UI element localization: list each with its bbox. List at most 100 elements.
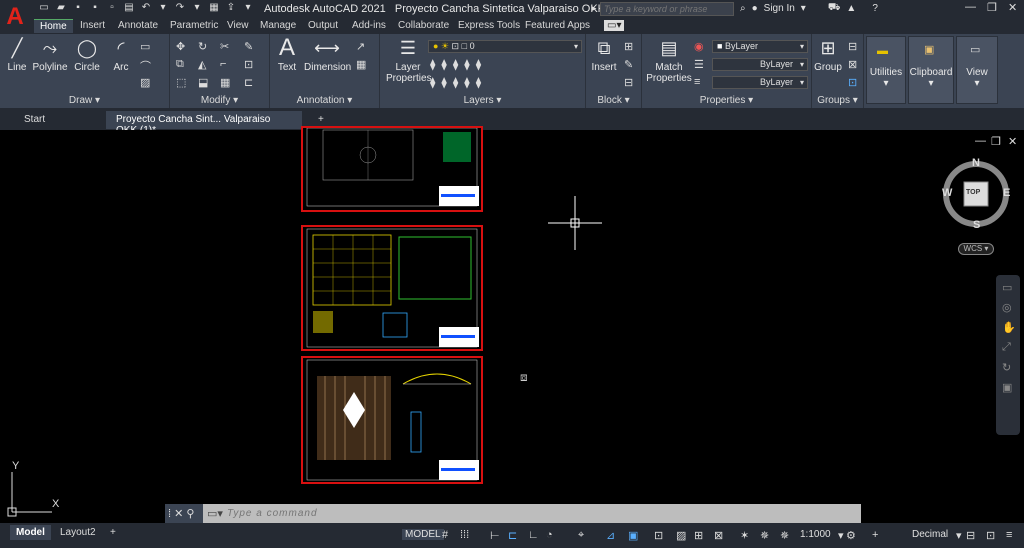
tab-manage[interactable]: Manage <box>260 20 296 31</box>
search-icon[interactable]: ⌕ <box>740 3 746 14</box>
redo-icon[interactable]: ↷ <box>174 2 186 14</box>
layout-tab-layout2[interactable]: Layout2 <box>54 525 102 540</box>
utilities-button[interactable]: ▬ Utilities ▾ <box>866 36 906 104</box>
plot-icon[interactable]: ▦ <box>208 2 220 14</box>
copy-icon[interactable]: ⧉ <box>176 58 184 71</box>
viewport-minimize-icon[interactable]: — <box>975 135 986 147</box>
rotate-icon[interactable]: ↻ <box>198 40 207 53</box>
minimize-icon[interactable]: — <box>965 1 976 13</box>
modify-panel-label[interactable]: Modify ▾ <box>170 95 269 106</box>
tab-insert[interactable]: Insert <box>80 20 105 31</box>
undo-dropdown-icon[interactable]: ▾ <box>157 2 169 14</box>
offset-icon[interactable]: ⊏ <box>244 76 253 89</box>
dynamic-input-icon[interactable]: ⊏ <box>508 529 517 542</box>
rectangle-icon[interactable]: ▭ <box>140 40 150 53</box>
block-panel-label[interactable]: Block ▾ <box>586 95 641 106</box>
ortho-icon[interactable]: ∟ <box>528 529 539 541</box>
gradient-icon[interactable]: ▨ <box>140 76 150 89</box>
app-menu-button[interactable]: A <box>0 0 30 34</box>
table-icon[interactable]: ▦ <box>356 58 366 71</box>
layout-tab-model[interactable]: Model <box>10 525 51 540</box>
clean-screen-icon[interactable]: ⊡ <box>986 529 995 542</box>
layers-panel-label[interactable]: Layers ▾ <box>380 95 585 106</box>
selection-cycling-icon[interactable]: ⊡ <box>654 529 663 542</box>
ribbon-toggle-icon[interactable]: ▭▾ <box>604 20 625 31</box>
layer-tools-row2-icon[interactable]: ⧫⧫⧫⧫⧫ <box>430 76 487 89</box>
annotation-monitor-icon[interactable]: + <box>872 529 878 541</box>
restore-icon[interactable]: ❐ <box>987 1 997 14</box>
dynamic-ucs-icon[interactable]: ⊞ <box>694 529 703 542</box>
start-tab[interactable]: Start <box>14 111 55 129</box>
orbit-icon[interactable]: ↻ <box>1002 361 1011 374</box>
tab-addins[interactable]: Add-ins <box>352 20 386 31</box>
linetype-dropdown[interactable]: ByLayer ▾ <box>712 58 808 71</box>
tab-view[interactable]: View <box>227 20 249 31</box>
layer-properties-button[interactable]: ☰ Layer Properties <box>386 38 432 84</box>
draw-panel-label[interactable]: Draw ▾ <box>0 95 169 106</box>
array-icon[interactable]: ▦ <box>220 76 230 89</box>
command-input[interactable] <box>227 506 857 521</box>
viewport-close-icon[interactable]: ✕ <box>1008 135 1017 148</box>
redo-dropdown-icon[interactable]: ▾ <box>191 2 203 14</box>
circle-button[interactable]: ◯ Circle <box>72 38 102 73</box>
insert-button[interactable]: ⧉ Insert <box>588 38 620 73</box>
add-layout-icon[interactable]: + <box>104 525 122 540</box>
gizmo-icon[interactable]: ✶ <box>740 529 749 542</box>
dimension-button[interactable]: ⟷ Dimension <box>304 38 351 73</box>
annotation-visibility-icon[interactable]: ✵ <box>760 529 769 542</box>
customize-qat-icon[interactable]: ▾ <box>242 2 254 14</box>
customization-menu-icon[interactable]: ≡ <box>1006 529 1012 541</box>
layer-tools-row1-icon[interactable]: ⧫⧫⧫⧫⧫ <box>430 58 487 71</box>
new-icon[interactable]: ▭ <box>38 2 50 14</box>
arc-button[interactable]: ◜ Arc <box>108 38 134 73</box>
showmotion-icon[interactable]: ▣ <box>1002 381 1012 394</box>
match-properties-button[interactable]: ▤ Match Properties <box>646 38 692 84</box>
signin-dropdown-icon[interactable]: ▾ <box>801 3 806 14</box>
user-icon[interactable]: ● <box>752 3 758 14</box>
tab-output[interactable]: Output <box>308 20 338 31</box>
save-as-icon[interactable]: ▪ <box>89 2 101 14</box>
polyline-button[interactable]: ⤳ Polyline <box>32 38 68 73</box>
attribute-icon[interactable]: ⊟ <box>624 76 633 89</box>
lineweight-dropdown[interactable]: ByLayer ▾ <box>712 76 808 89</box>
command-line-handle[interactable]: ⁞ ✕ ⚲ <box>165 504 203 523</box>
group-edit-icon[interactable]: ⊠ <box>848 58 857 71</box>
compass-east[interactable]: E <box>1003 187 1010 199</box>
workspace-icon[interactable]: ⚙ <box>846 529 856 542</box>
units-dropdown[interactable]: Decimal <box>912 529 948 540</box>
recent-commands-icon[interactable]: ▭▾ <box>207 507 223 520</box>
group-button[interactable]: ⊞ Group <box>814 38 842 73</box>
annotation-scale[interactable]: 1:1000 <box>800 529 831 540</box>
compass-west[interactable]: W <box>942 187 952 199</box>
3d-osnap-icon[interactable]: ▨ <box>676 529 686 542</box>
grid-icon[interactable]: # <box>442 529 448 541</box>
fillet-icon[interactable]: ⌐ <box>220 58 226 70</box>
open-icon[interactable]: ▰ <box>55 2 67 14</box>
zoom-extents-icon[interactable]: ⤢ <box>1002 341 1011 354</box>
trim-icon[interactable]: ✂ <box>220 40 229 53</box>
mirror-icon[interactable]: ◭ <box>198 58 206 71</box>
create-block-icon[interactable]: ⊞ <box>624 40 633 53</box>
properties-panel-label[interactable]: Properties ▾ <box>642 95 811 106</box>
clipboard-button[interactable]: ▣ Clipboard ▾ <box>908 36 954 104</box>
print-icon[interactable]: ▤ <box>123 2 135 14</box>
viewport-restore-icon[interactable]: ❐ <box>991 135 1001 148</box>
tab-express-tools[interactable]: Express Tools <box>458 20 520 31</box>
tab-parametric[interactable]: Parametric <box>170 20 218 31</box>
explode-icon[interactable]: ⊡ <box>244 58 253 71</box>
drawing-canvas[interactable]: ⧈ — ❐ ✕ N S E W TOP WCS ▾ ▭ ◎ ✋ ⤢ ↻ ▣ Y <box>0 126 1024 517</box>
selection-filter-icon[interactable]: ⊠ <box>714 529 723 542</box>
signin-link[interactable]: Sign In <box>764 3 795 14</box>
lineweight-toggle-icon[interactable]: ⊿ <box>606 529 615 542</box>
polar-tracking-icon[interactable]: ◔ <box>546 529 553 541</box>
wcs-menu[interactable]: WCS ▾ <box>958 243 994 255</box>
view-button[interactable]: ▭ View ▾ <box>956 36 998 104</box>
auto-scale-icon[interactable]: ✵ <box>780 529 789 542</box>
hatch-icon[interactable]: ⌒ <box>140 58 151 74</box>
compass-north[interactable]: N <box>972 157 980 169</box>
tab-featured-apps[interactable]: Featured Apps <box>525 20 590 31</box>
compass-south[interactable]: S <box>973 219 980 231</box>
tab-collaborate[interactable]: Collaborate <box>398 20 449 31</box>
units-dropdown-icon[interactable]: ▾ <box>956 529 962 542</box>
object-snap-icon[interactable]: ⌖ <box>578 529 584 542</box>
